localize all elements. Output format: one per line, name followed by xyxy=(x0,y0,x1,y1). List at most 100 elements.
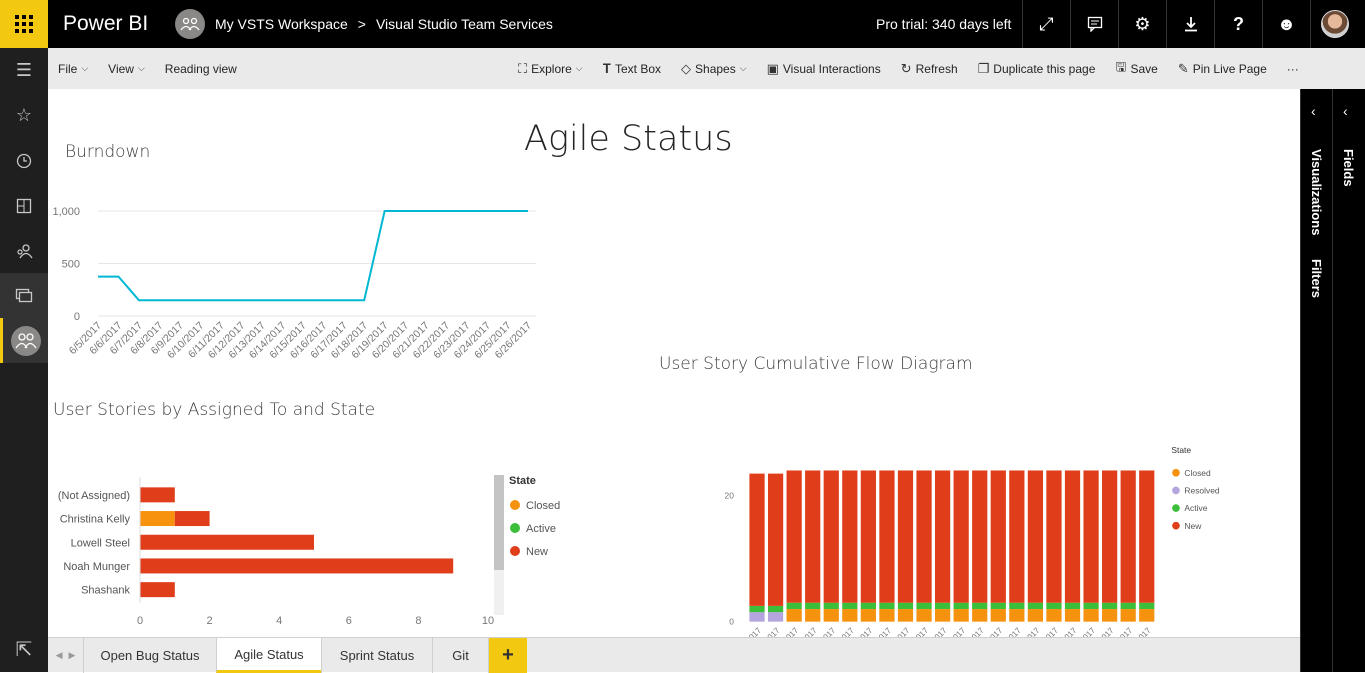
column-new xyxy=(1083,470,1099,603)
column-new xyxy=(749,473,765,606)
fields-pane-collapsed[interactable]: ‹ Fields xyxy=(1332,89,1364,672)
hamburger-icon[interactable]: ☰ xyxy=(0,48,48,93)
shared-icon[interactable] xyxy=(0,228,48,273)
y-tick-label: 0 xyxy=(729,617,734,627)
smiley-icon[interactable]: ☻ xyxy=(1262,0,1310,48)
reading-view-button[interactable]: Reading view xyxy=(165,62,237,76)
cfd-chart[interactable]: 0206/5/20176/6/20176/7/20176/8/20176/9/2… xyxy=(638,439,1298,637)
apps-icon[interactable] xyxy=(0,183,48,228)
stories-by-assignee-chart[interactable]: (Not Assigned) Christina Kelly Lowell Stee… xyxy=(48,469,568,629)
chevron-down-icon: ⌵ xyxy=(575,63,583,73)
y-tick-label: 500 xyxy=(62,259,80,271)
tab-git[interactable]: Git xyxy=(432,638,489,673)
bar-new xyxy=(174,511,210,527)
legend-label: Resolved xyxy=(1184,485,1219,495)
category-label: Lowell Steel xyxy=(71,537,130,549)
shapes-menu[interactable]: ◇ Shapes ⌵ xyxy=(681,58,747,80)
expand-nav-icon[interactable]: ⇱ xyxy=(0,627,48,672)
legend-label: New xyxy=(526,546,548,558)
right-pane: ‹ Visualizations Filters ‹ Fields xyxy=(1300,89,1365,672)
legend-label: Closed xyxy=(526,500,560,512)
fields-label[interactable]: Fields xyxy=(1341,149,1356,187)
column-resolved xyxy=(767,612,784,622)
x-tick-label: 0 xyxy=(137,615,143,627)
legend-label: New xyxy=(1184,521,1202,531)
column-active xyxy=(842,602,858,610)
column-active xyxy=(805,602,821,610)
explore-label: Explore xyxy=(531,61,572,76)
waffle-icon xyxy=(15,15,33,33)
filters-label[interactable]: Filters xyxy=(1309,259,1324,298)
help-icon[interactable]: ? xyxy=(1214,0,1262,48)
column-active xyxy=(1064,602,1081,610)
feedback-icon[interactable] xyxy=(1070,0,1118,48)
star-icon[interactable]: ☆ xyxy=(0,93,48,138)
breadcrumb-workspace[interactable]: My VSTS Workspace xyxy=(215,16,348,32)
explore-menu[interactable]: ⛶ Explore ⌵ xyxy=(518,58,583,80)
report-toolbar: File ⌵ View ⌵ Reading view ⛶ Explore ⌵ 𝐓 Text… xyxy=(48,48,1365,89)
column-active xyxy=(916,602,932,610)
file-menu-label: File xyxy=(58,61,78,76)
save-button[interactable]: 🖫 Save xyxy=(1115,58,1157,80)
column-closed xyxy=(1009,609,1025,622)
workspaces-icon[interactable] xyxy=(0,273,48,318)
trial-status[interactable]: Pro trial: 340 days left xyxy=(876,16,1011,32)
visualizations-pane-collapsed[interactable]: ‹ Visualizations Filters xyxy=(1300,89,1332,672)
legend-marker xyxy=(510,546,520,556)
column-closed xyxy=(897,609,914,622)
more-options-icon: ··· xyxy=(1286,61,1299,76)
column-closed xyxy=(972,609,988,622)
reading-view-label: Reading view xyxy=(164,61,237,76)
download-icon[interactable] xyxy=(1166,0,1214,48)
tab-open-bug-status[interactable]: Open Bug Status xyxy=(83,638,216,673)
burndown-chart[interactable]: 05001,0006/5/20176/6/20176/7/20176/8/201… xyxy=(48,179,548,359)
text-box-label: Text Box xyxy=(615,61,662,76)
legend-marker xyxy=(1172,504,1180,512)
tab-sprint-status[interactable]: Sprint Status xyxy=(321,638,432,673)
expand-icon[interactable]: ⤢ xyxy=(1022,0,1070,48)
column-active xyxy=(879,602,895,610)
gear-icon[interactable]: ⚙ xyxy=(1118,0,1166,48)
column-closed xyxy=(842,609,858,622)
shapes-label: Shapes xyxy=(695,61,736,76)
refresh-button[interactable]: ↻ Refresh xyxy=(901,58,958,80)
brand-title[interactable]: Power BI xyxy=(63,12,175,36)
pin-live-page-button[interactable]: ✎ Pin Live Page xyxy=(1178,58,1267,80)
visualizations-label[interactable]: Visualizations xyxy=(1309,149,1324,235)
column-active xyxy=(1139,602,1155,610)
tab-agile-status[interactable]: Agile Status xyxy=(216,638,321,673)
column-closed xyxy=(1027,609,1044,622)
column-active xyxy=(1046,602,1062,610)
current-workspace-nav[interactable] xyxy=(0,318,48,363)
column-new xyxy=(990,470,1006,603)
column-closed xyxy=(879,609,895,622)
view-menu[interactable]: View ⌵ xyxy=(108,62,145,76)
column-active xyxy=(823,602,839,610)
app-launcher-button[interactable] xyxy=(0,0,48,48)
column-closed xyxy=(786,609,802,622)
pin-icon: ✎ xyxy=(1177,60,1189,76)
column-active xyxy=(1083,602,1099,610)
clock-icon[interactable] xyxy=(0,138,48,183)
duplicate-page-button[interactable]: ❐ Duplicate this page xyxy=(978,58,1096,80)
legend-title: State xyxy=(509,475,536,487)
column-closed xyxy=(805,609,821,622)
workspace-icon xyxy=(175,9,205,39)
legend-marker xyxy=(1172,486,1180,495)
column-closed xyxy=(916,609,932,622)
add-page-button[interactable]: + xyxy=(489,638,527,673)
x-tick-label: 6 xyxy=(346,615,352,627)
more-options-button[interactable]: ··· xyxy=(1287,58,1299,80)
file-menu[interactable]: File ⌵ xyxy=(58,62,88,76)
column-closed xyxy=(823,609,839,622)
column-closed xyxy=(1102,609,1118,622)
column-active xyxy=(897,602,914,610)
breadcrumb-report[interactable]: Visual Studio Team Services xyxy=(376,16,553,32)
legend-title: State xyxy=(1171,445,1191,455)
profile-avatar[interactable] xyxy=(1310,0,1358,48)
text-box-button[interactable]: 𝐓 Text Box xyxy=(603,58,661,80)
chevron-right-icon[interactable]: ▶ xyxy=(69,650,76,661)
y-tick-label: 0 xyxy=(74,311,80,323)
chevron-left-icon[interactable]: ◀ xyxy=(56,650,63,661)
visual-interactions-button[interactable]: ▣ Visual Interactions xyxy=(767,58,881,80)
